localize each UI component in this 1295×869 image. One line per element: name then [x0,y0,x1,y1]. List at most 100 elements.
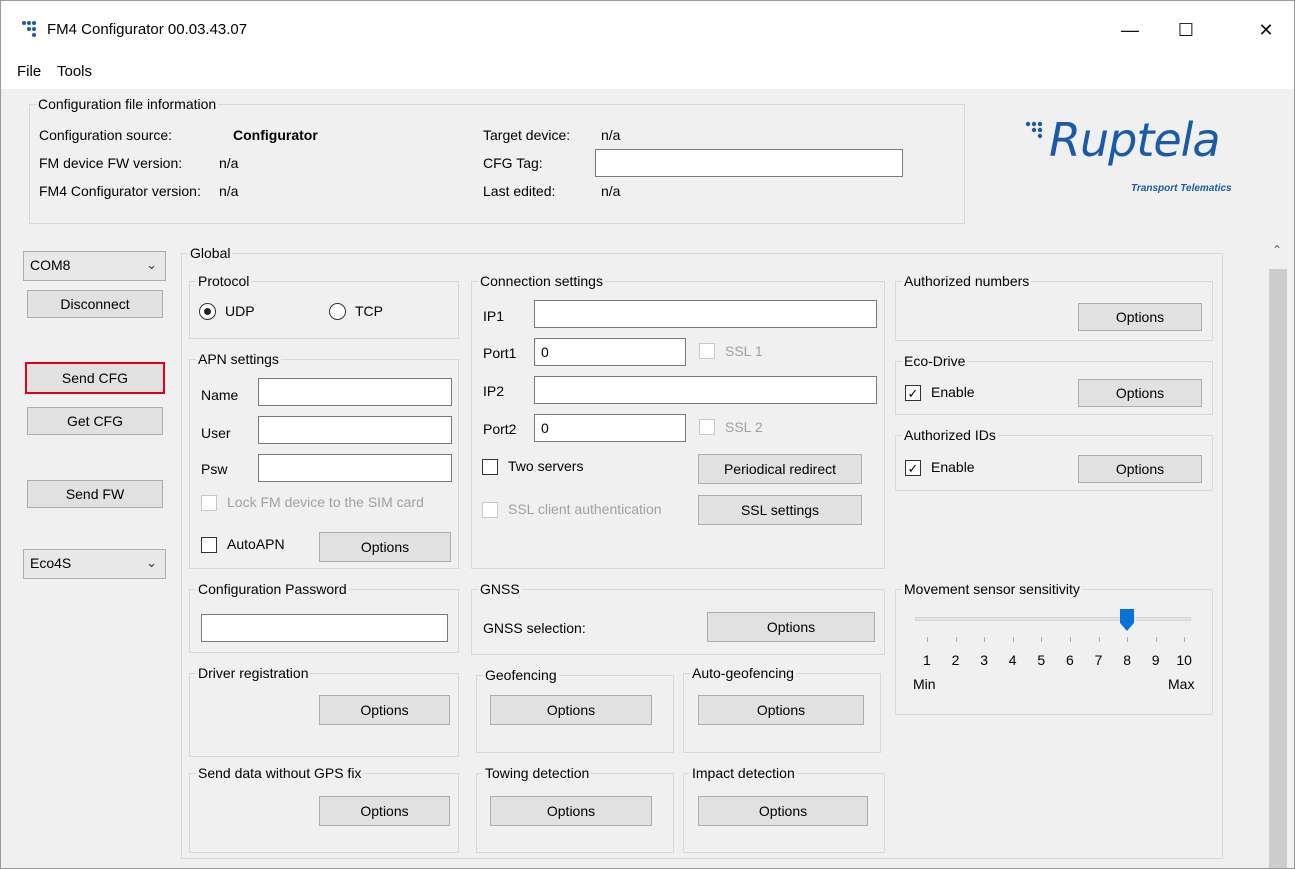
config-source-value: Configurator [233,127,318,143]
config-source-label: Configuration source: [39,127,173,143]
sensitivity-max-label: Max [1168,676,1195,692]
com-port-value: COM8 [30,257,71,273]
autoapn-options-button[interactable]: Options [319,532,451,562]
slider-tick [1098,637,1100,642]
sensitivity-slider-thumb[interactable] [1120,609,1135,631]
slider-tick [927,637,928,642]
periodical-redirect-button[interactable]: Periodical redirect [698,454,862,484]
lock-sim-checkbox[interactable] [201,495,217,511]
title-bar: FM4 Configurator 00.03.43.07 — ☐ ✕ [1,1,1294,57]
slider-tick-label: 2 [951,652,960,668]
slider-tick [1127,637,1129,642]
auto-geofencing-options-button[interactable]: Options [698,695,864,725]
tcp-label: TCP [355,303,383,319]
close-icon[interactable]: ✕ [1243,15,1289,45]
ruptela-logo-subtitle: Transport Telematics [1131,183,1232,194]
udp-radio[interactable] [199,303,216,320]
lock-sim-label: Lock FM device to the SIM card [227,494,424,510]
send-data-without-gps-options-button[interactable]: Options [319,796,450,826]
chevron-down-icon: ⌄ [146,257,157,272]
slider-tick [1070,637,1071,642]
slider-tick-label: 7 [1094,652,1103,668]
menu-tools[interactable]: Tools [57,63,92,80]
send-data-without-gps-legend: Send data without GPS fix [198,765,362,781]
ssl1-label: SSL 1 [725,343,763,359]
checkmark-icon: ✓ [907,460,919,476]
authorized-ids-enable-label: Enable [931,459,975,475]
cfg-tag-input[interactable] [595,149,903,177]
scrollbar-thumb[interactable] [1269,269,1287,868]
scroll-up-icon[interactable]: ⌃ [1272,243,1282,257]
impact-detection-options-button[interactable]: Options [698,796,868,826]
app-window: FM4 Configurator 00.03.43.07 — ☐ ✕ File … [0,0,1295,869]
authorized-numbers-options-button[interactable]: Options [1078,303,1202,331]
driver-registration-options-button[interactable]: Options [319,695,450,725]
ip2-label: IP2 [483,383,505,399]
port2-label: Port2 [483,421,517,437]
geofencing-options-button[interactable]: Options [490,695,652,725]
port2-input[interactable] [534,414,686,442]
movement-sensor-group: Movement sensor sensitivity [895,581,1213,715]
apn-password-input[interactable] [258,454,452,482]
maximize-icon[interactable]: ☐ [1163,15,1209,45]
sensitivity-slider-track[interactable] [915,617,1191,621]
menu-file[interactable]: File [17,63,41,80]
slider-tick-label: 5 [1037,652,1046,668]
slider-tick [955,637,957,642]
config-password-input[interactable] [201,614,448,642]
authorized-ids-enable-checkbox[interactable]: ✓ [905,460,921,476]
chevron-down-icon: ⌄ [146,555,157,570]
target-device-label: Target device: [483,127,571,143]
towing-detection-options-button[interactable]: Options [490,796,652,826]
com-port-select[interactable]: COM8 ⌄ [23,251,166,281]
slider-tick-label: 1 [923,652,931,668]
slider-tick-label: 3 [980,652,988,668]
connection-settings-legend: Connection settings [480,273,603,289]
last-edited-label: Last edited: [483,183,556,199]
autoapn-checkbox[interactable] [201,537,217,553]
last-edited-value: n/a [601,183,621,199]
eco-drive-enable-label: Enable [931,384,975,400]
port1-label: Port1 [483,345,517,361]
target-device-value: n/a [601,127,621,143]
send-cfg-button[interactable]: Send CFG [25,362,165,394]
ip1-input[interactable] [534,300,877,328]
apn-name-label: Name [201,387,239,403]
authorized-numbers-legend: Authorized numbers [904,273,1030,289]
tcp-radio[interactable] [329,303,346,320]
get-cfg-button[interactable]: Get CFG [27,407,163,435]
menu-bar [1,57,1294,89]
ip1-label: IP1 [483,308,505,324]
authorized-ids-options-button[interactable]: Options [1078,455,1202,483]
app-logo-icon [22,21,36,37]
send-fw-button[interactable]: Send FW [27,480,163,508]
gnss-options-button[interactable]: Options [707,612,875,642]
gnss-selection-label: GNSS selection: [483,620,586,636]
minimize-icon[interactable]: — [1107,15,1153,45]
disconnect-button[interactable]: Disconnect [27,290,163,318]
two-servers-checkbox[interactable] [482,459,498,475]
apn-user-label: User [201,425,231,441]
config-file-info-legend: Configuration file information [38,96,217,112]
two-servers-label: Two servers [508,458,584,474]
configurator-version-value: n/a [219,183,239,199]
device-select[interactable]: Eco4S ⌄ [23,549,166,579]
ssl2-checkbox[interactable] [699,419,715,435]
apn-name-input[interactable] [258,378,452,406]
ssl-settings-button[interactable]: SSL settings [698,495,862,525]
slider-tick [1155,637,1157,642]
apn-user-input[interactable] [258,416,452,444]
ssl1-checkbox[interactable] [699,343,715,359]
slider-tick-label: 4 [1008,652,1017,668]
global-legend: Global [190,245,231,261]
slider-tick [1041,637,1043,642]
ssl-client-auth-checkbox[interactable] [482,502,498,518]
vertical-scrollbar[interactable]: ⌃ [1267,237,1289,868]
fw-version-label: FM device FW version: [39,155,183,171]
eco-drive-enable-checkbox[interactable]: ✓ [905,385,921,401]
slider-tick-label: 10 [1176,652,1192,668]
ip2-input[interactable] [534,376,877,404]
eco-drive-options-button[interactable]: Options [1078,379,1202,407]
radio-selected-dot [204,308,211,315]
port1-input[interactable] [534,338,686,366]
